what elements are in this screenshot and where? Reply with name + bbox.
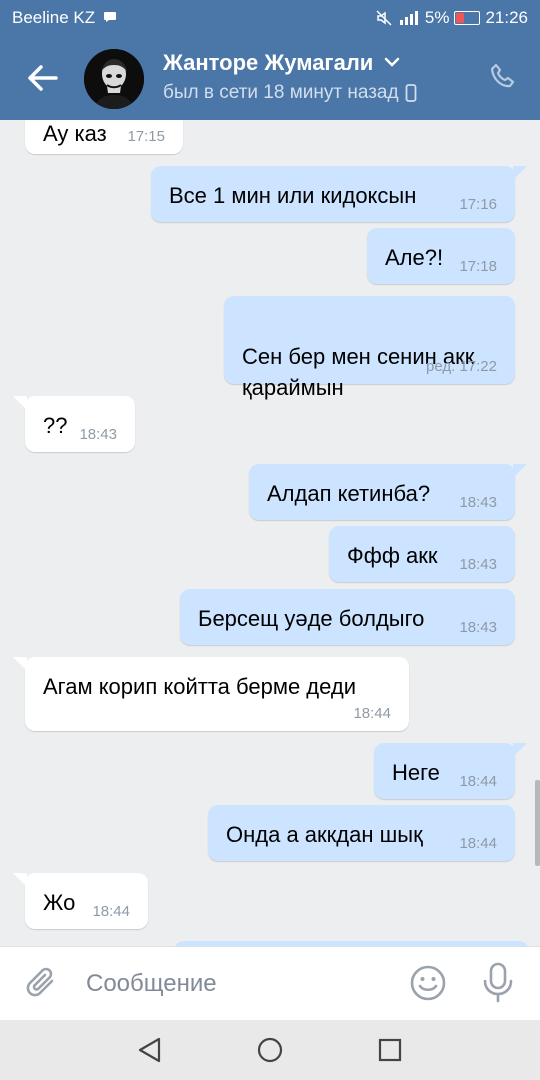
message-time: 18:44: [459, 835, 497, 852]
chevron-down-icon[interactable]: [383, 56, 401, 68]
triangle-back-icon[interactable]: [134, 1034, 166, 1066]
message-input[interactable]: [86, 965, 386, 1003]
bubble-tail: [13, 657, 27, 671]
message-bubble[interactable]: ?? 18:43: [13, 396, 135, 452]
message-time: 18:43: [459, 494, 497, 511]
joker-avatar: [84, 49, 144, 109]
system-nav-bar: [0, 1020, 540, 1080]
status-bar: Beeline KZ 5% 21:26: [0, 0, 540, 36]
scrollbar[interactable]: [535, 780, 540, 866]
message-bubble[interactable]: Але?! 17:18: [367, 228, 515, 284]
microphone-icon[interactable]: [478, 961, 518, 1005]
bubble-tail: [513, 464, 527, 478]
message-time: 17:18: [459, 258, 497, 275]
battery-percent: 5%: [424, 8, 450, 27]
message-text: Неге: [392, 760, 440, 785]
message-time: ред. 17:22: [426, 358, 497, 375]
message-time: 17:16: [459, 196, 497, 213]
square-recent-icon[interactable]: [374, 1034, 406, 1066]
message-text: Агам корип койтта берме деди: [43, 674, 357, 699]
phone-icon[interactable]: [488, 62, 518, 92]
message-text: Берсещ уәде болдыго: [198, 606, 425, 631]
message-bubble[interactable]: Жо 18:44: [13, 873, 148, 929]
message-bubble[interactable]: Сен бер мен сенин акк қараймын ред. 17:2…: [224, 296, 515, 400]
contact-name[interactable]: Жанторе Жумагали: [163, 50, 401, 76]
message-text: ??: [43, 413, 68, 438]
status-right: 5% 21:26: [375, 8, 528, 28]
smile-icon[interactable]: [408, 963, 448, 1003]
mobile-device-icon: [405, 84, 416, 102]
message-text: Онда а аккдан шық: [226, 822, 423, 847]
circle-home-icon[interactable]: [254, 1034, 286, 1066]
last-seen: был в сети 18 минут назад: [163, 82, 417, 104]
bubble-tail: [13, 873, 27, 887]
mute-icon: [376, 10, 392, 26]
carrier-label: Beeline KZ: [12, 8, 96, 27]
message-text: Але?!: [385, 245, 444, 270]
message-text: Алдап кетинба?: [267, 481, 431, 506]
message-time: 17:15: [127, 128, 165, 145]
message-time: 18:44: [353, 705, 391, 722]
battery-icon: [454, 11, 481, 25]
paperclip-icon[interactable]: [22, 963, 62, 1003]
message-time: 18:44: [92, 903, 130, 920]
clock: 21:26: [485, 8, 528, 27]
last-seen-text: был в сети 18 минут назад: [163, 82, 399, 103]
message-composer: [0, 946, 540, 1021]
message-text: Жо: [43, 890, 76, 915]
message-text: Ффф акк: [347, 543, 438, 568]
message-bubble[interactable]: Агам корип койтта берме деди 18:44: [13, 657, 409, 731]
message-bubble[interactable]: Все 1 мин или кидоксын 17:16: [151, 166, 527, 222]
message-text: Ау каз: [43, 121, 107, 146]
contact-name-text: Жанторе Жумагали: [163, 50, 374, 75]
avatar[interactable]: [84, 49, 144, 109]
message-bubble[interactable]: Неге 18:44: [374, 743, 527, 799]
message-bubble[interactable]: Ффф акк 18:43: [329, 526, 515, 582]
arrow-left-icon[interactable]: [22, 58, 62, 98]
message-bubble[interactable]: Онда а аккдан шық 18:44: [208, 805, 515, 861]
header: Beeline KZ 5% 21:26 Жанторе Жумагали был…: [0, 0, 540, 120]
status-left: Beeline KZ: [12, 8, 117, 28]
message-bubble[interactable]: Берсещ уәде болдыго 18:43: [180, 589, 515, 645]
message-bubble[interactable]: Ау каз 17:15: [25, 120, 183, 154]
chat-bubble-icon: [103, 12, 116, 22]
bubble-tail: [13, 396, 27, 410]
message-time: 18:43: [79, 426, 117, 443]
message-time: 18:43: [459, 619, 497, 636]
bubble-tail: [513, 743, 527, 757]
message-text: Все 1 мин или кидоксын: [169, 183, 417, 208]
message-list[interactable]: Ау каз 17:15 Все 1 мин или кидоксын 17:1…: [0, 120, 540, 946]
app-bar: Жанторе Жумагали был в сети 18 минут наз…: [0, 36, 540, 120]
signal-icon: [399, 11, 418, 25]
message-bubble[interactable]: Алдап кетинба? 18:43: [249, 464, 527, 520]
bubble-tail: [513, 166, 527, 180]
message-time: 18:44: [459, 773, 497, 790]
message-time: 18:43: [459, 556, 497, 573]
